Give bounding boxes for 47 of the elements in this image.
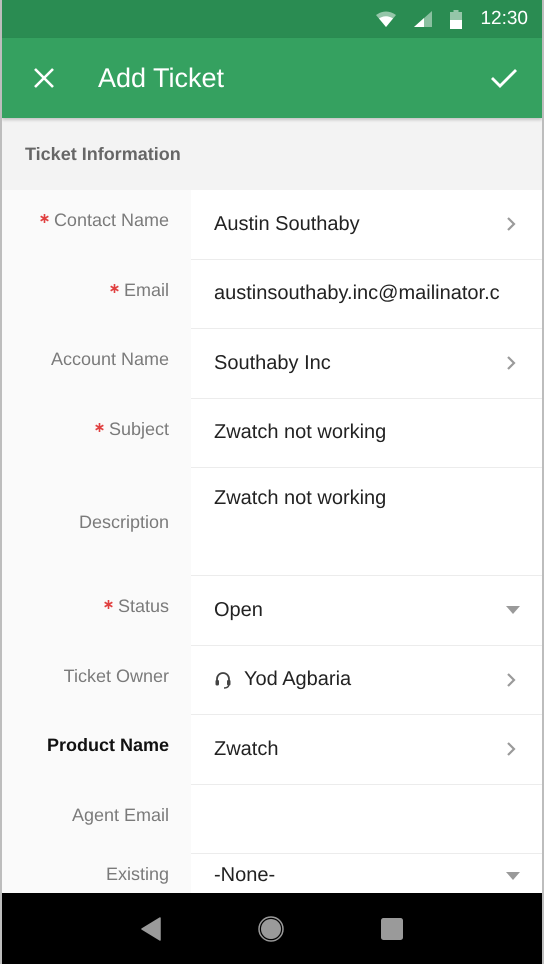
input-field[interactable]: Southaby Inc <box>191 329 542 398</box>
dropdown-caret-icon <box>506 872 520 880</box>
battery-icon <box>450 10 462 28</box>
dropdown-caret-icon <box>506 606 520 614</box>
input-field[interactable]: austinsouthaby.inc@mailinator.c <box>191 260 542 329</box>
clock: 12:30 <box>480 8 528 30</box>
close-icon <box>33 67 55 89</box>
field-label: Status <box>118 596 169 617</box>
field-value: Open <box>214 598 264 622</box>
input-field[interactable]: Zwatch <box>191 715 542 784</box>
field-label: Account Name <box>50 349 169 370</box>
field-label: Description <box>78 512 169 532</box>
field-label: Existing <box>106 864 169 885</box>
field-value: Yod Agbaria <box>244 668 352 692</box>
field-value: -None- <box>214 864 276 887</box>
field-value: Zwatch not working <box>214 421 388 444</box>
field-label: Email <box>124 280 169 300</box>
home-icon[interactable] <box>258 916 284 942</box>
field-value: Southaby Inc <box>214 352 332 375</box>
field-label: Contact Name <box>54 210 169 231</box>
dropdown-field[interactable]: Open <box>191 576 542 646</box>
wifi-icon <box>376 11 396 27</box>
text-area[interactable]: Zwatch not working <box>191 468 542 576</box>
screen-title: Add Ticket <box>98 62 224 94</box>
field-label: Agent Email <box>72 804 169 826</box>
headset-icon <box>214 670 232 689</box>
field-label: Product Name <box>46 735 169 756</box>
recents-icon[interactable] <box>381 918 404 940</box>
field-label: Subject <box>108 418 169 440</box>
field-value: austinsouthaby.inc@mailinator.c <box>214 282 501 306</box>
input-field[interactable]: Zwatch not working <box>191 398 542 468</box>
chevron-right-icon <box>506 741 516 758</box>
input-field[interactable] <box>191 784 542 854</box>
signal-icon <box>414 11 432 27</box>
dropdown-field[interactable]: -None- <box>191 854 542 893</box>
field-value: Zwatch <box>214 738 280 761</box>
input-field[interactable]: Yod Agbaria <box>191 646 542 715</box>
input-field[interactable]: Austin Southaby <box>191 190 542 260</box>
chevron-right-icon <box>506 355 516 372</box>
field-value: Zwatch not working <box>214 487 388 510</box>
field-label: Ticket Owner <box>64 666 169 686</box>
field-value: Austin Southaby <box>214 212 361 236</box>
section-title: Ticket Information <box>25 144 181 164</box>
back-icon[interactable] <box>140 916 161 940</box>
chevron-right-icon <box>506 672 516 688</box>
checkmark-icon <box>490 67 518 89</box>
chevron-right-icon <box>506 216 516 232</box>
